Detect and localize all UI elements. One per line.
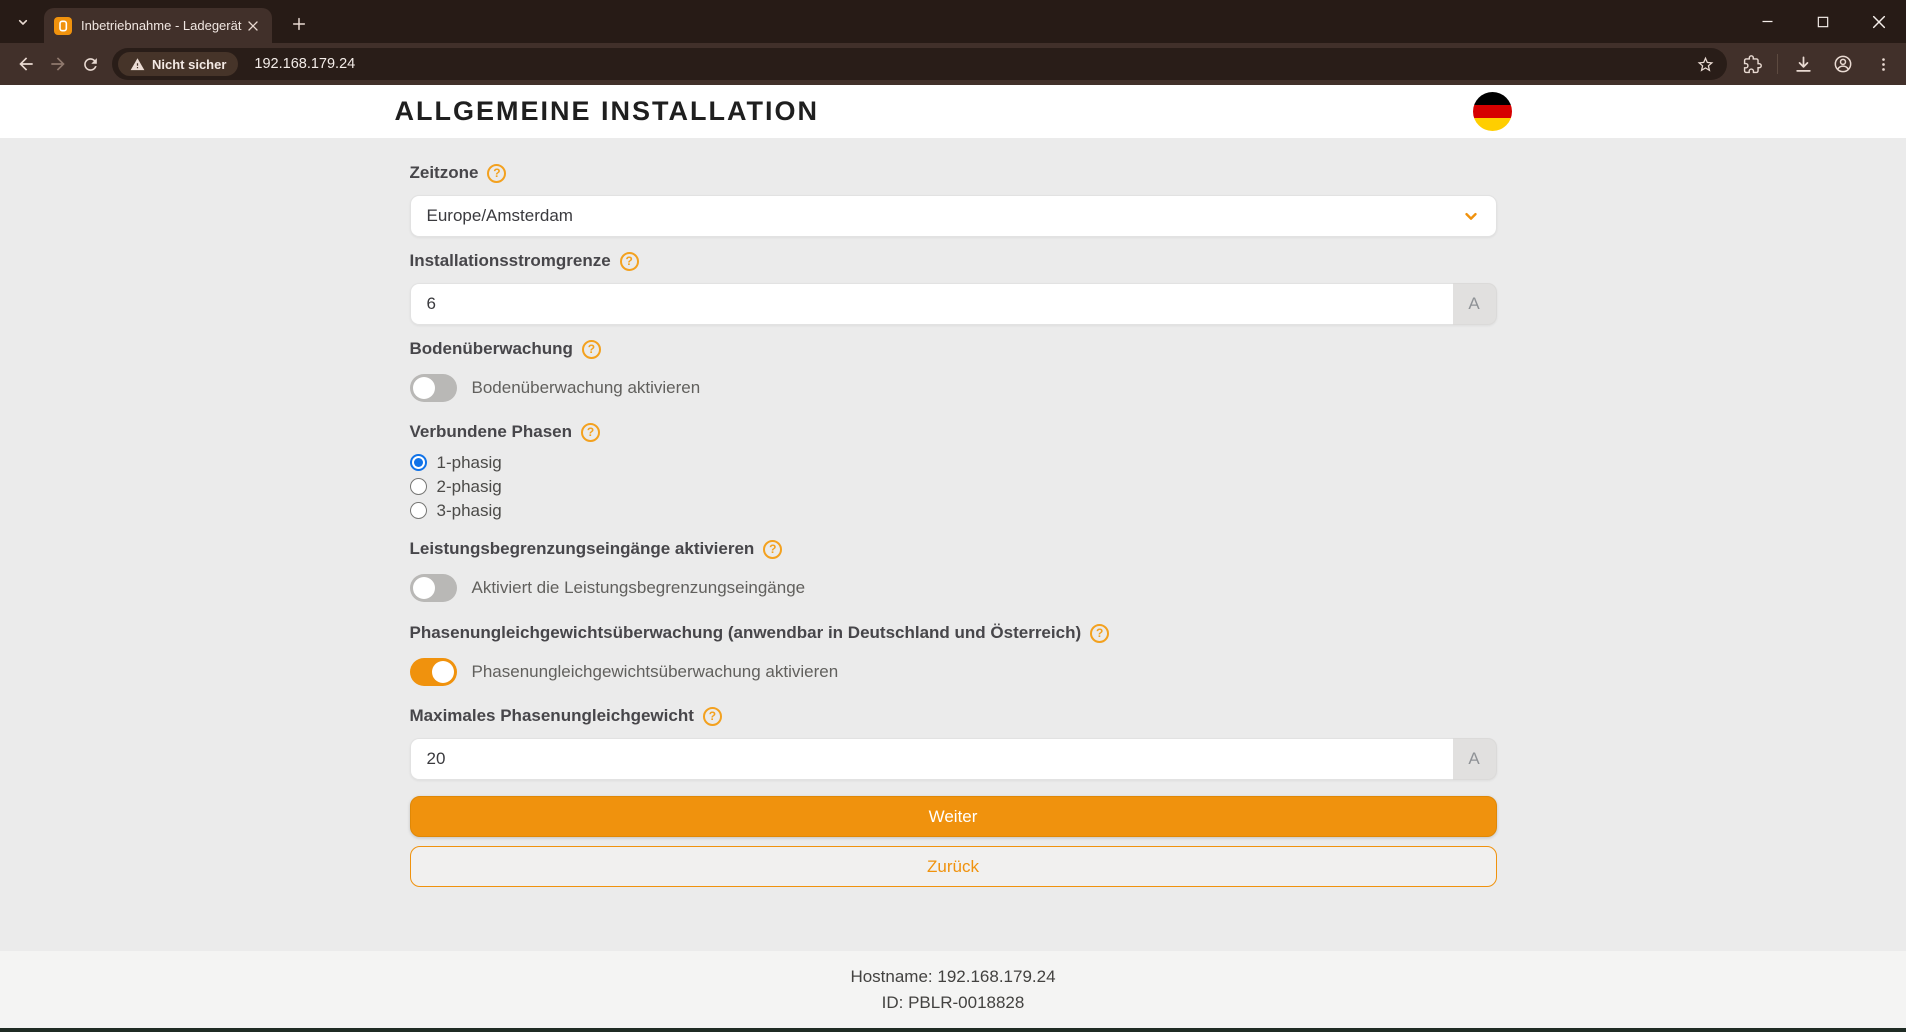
help-icon[interactable]: ?: [487, 164, 506, 183]
phases-label: Verbundene Phasen: [410, 422, 573, 442]
device-id-text: ID: PBLR-0018828: [882, 993, 1025, 1013]
help-icon[interactable]: ?: [582, 340, 601, 359]
max-imbalance-group: A: [410, 738, 1497, 780]
radio-option-2-phasig: 2-phasig: [410, 477, 1497, 496]
radio-button[interactable]: [410, 478, 427, 495]
security-label: Nicht sicher: [152, 57, 226, 72]
bookmark-star-icon[interactable]: [1693, 52, 1717, 76]
menu-kebab-icon[interactable]: [1868, 49, 1898, 79]
toolbar-separator: [1777, 54, 1778, 74]
site-favicon-icon: [54, 17, 72, 35]
max-imbalance-label-row: Maximales Phasenungleichgewicht ?: [410, 706, 1497, 726]
timezone-label-row: Zeitzone ?: [410, 163, 1497, 183]
help-icon[interactable]: ?: [620, 252, 639, 271]
timezone-select[interactable]: Europe/Amsterdam: [410, 195, 1497, 237]
ampere-unit-suffix: A: [1453, 283, 1497, 325]
extensions-icon[interactable]: [1737, 49, 1767, 79]
radio-button[interactable]: [410, 454, 427, 471]
window-controls: [1754, 0, 1896, 43]
hostname-text: Hostname: 192.168.179.24: [850, 967, 1055, 987]
ground-monitoring-row: Bodenüberwachung aktivieren: [410, 374, 1497, 402]
back-button[interactable]: [10, 48, 42, 80]
ampere-unit-suffix: A: [1453, 738, 1497, 780]
phase-imbalance-toggle[interactable]: [410, 658, 457, 686]
max-imbalance-label: Maximales Phasenungleichgewicht: [410, 706, 694, 726]
security-chip[interactable]: Nicht sicher: [118, 52, 238, 76]
tab-title: Inbetriebnahme - Ladegerät: [81, 18, 244, 33]
power-limit-toggle[interactable]: [410, 574, 457, 602]
profile-icon[interactable]: [1828, 49, 1858, 79]
main-content: Zeitzone ? Europe/Amsterdam Installation…: [0, 138, 1906, 951]
help-icon[interactable]: ?: [763, 540, 782, 559]
help-icon[interactable]: ?: [703, 707, 722, 726]
ground-monitoring-toggle[interactable]: [410, 374, 457, 402]
weiter-button[interactable]: Weiter: [410, 796, 1497, 837]
power-limit-row: Aktiviert die Leistungsbegrenzungseingän…: [410, 574, 1497, 602]
phases-label-row: Verbundene Phasen ?: [410, 422, 1497, 442]
radio-option-3-phasig: 3-phasig: [410, 501, 1497, 520]
minimize-button[interactable]: [1754, 9, 1780, 35]
close-window-button[interactable]: [1866, 9, 1892, 35]
current-limit-label: Installationsstromgrenze: [410, 251, 611, 271]
maximize-button[interactable]: [1810, 9, 1836, 35]
chevron-down-icon: [1462, 207, 1480, 225]
radio-option-1-phasig: 1-phasig: [410, 453, 1497, 472]
radio-label: 1-phasig: [437, 453, 502, 473]
toolbar-actions: [1737, 49, 1898, 79]
warning-icon: [130, 57, 145, 72]
toggle-knob: [413, 377, 435, 399]
chevron-down-icon: [15, 14, 31, 30]
browser-toolbar: Nicht sicher 192.168.179.24: [0, 43, 1906, 85]
page-header: ALLGEMEINE INSTALLATION: [0, 85, 1906, 138]
ground-monitoring-label: Bodenüberwachung: [410, 339, 573, 359]
ground-monitoring-toggle-label: Bodenüberwachung aktivieren: [472, 378, 701, 398]
toggle-knob: [432, 661, 454, 683]
ground-monitoring-label-row: Bodenüberwachung ?: [410, 339, 1497, 359]
radio-label: 2-phasig: [437, 477, 502, 497]
zurueck-button[interactable]: Zurück: [410, 846, 1497, 887]
phase-imbalance-row: Phasenungleichgewichtsüberwachung aktivi…: [410, 658, 1497, 686]
page-footer: Hostname: 192.168.179.24 ID: PBLR-001882…: [0, 951, 1906, 1028]
current-limit-group: A: [410, 283, 1497, 325]
power-limit-label: Leistungsbegrenzungseingänge aktivieren: [410, 539, 755, 559]
tab-strip: Inbetriebnahme - Ladegerät: [0, 0, 1906, 43]
tab-close-icon[interactable]: [244, 17, 262, 35]
phase-imbalance-label-row: Phasenungleichgewichtsüberwachung (anwen…: [410, 623, 1497, 643]
max-imbalance-input[interactable]: [410, 738, 1453, 780]
downloads-icon[interactable]: [1788, 49, 1818, 79]
power-limit-toggle-label: Aktiviert die Leistungsbegrenzungseingän…: [472, 578, 806, 598]
reload-button[interactable]: [74, 48, 106, 80]
page-title: ALLGEMEINE INSTALLATION: [395, 96, 819, 127]
url-text: 192.168.179.24: [254, 56, 1693, 72]
browser-tab[interactable]: Inbetriebnahme - Ladegerät: [44, 8, 272, 43]
radio-label: 3-phasig: [437, 501, 502, 521]
phase-imbalance-label: Phasenungleichgewichtsüberwachung (anwen…: [410, 623, 1082, 643]
german-flag-icon[interactable]: [1473, 92, 1512, 131]
timezone-value: Europe/Amsterdam: [427, 206, 1462, 226]
current-limit-label-row: Installationsstromgrenze ?: [410, 251, 1497, 271]
toggle-knob: [413, 577, 435, 599]
forward-button[interactable]: [42, 48, 74, 80]
help-icon[interactable]: ?: [581, 423, 600, 442]
browser-window: Inbetriebnahme - Ladegerät: [0, 0, 1906, 1032]
phases-radio-group: 1-phasig 2-phasig 3-phasig: [410, 453, 1497, 520]
phase-imbalance-toggle-label: Phasenungleichgewichtsüberwachung aktivi…: [472, 662, 839, 682]
power-limit-label-row: Leistungsbegrenzungseingänge aktivieren …: [410, 539, 1497, 559]
address-bar[interactable]: Nicht sicher 192.168.179.24: [112, 48, 1727, 80]
timezone-label: Zeitzone: [410, 163, 479, 183]
screen-bottom-edge: [0, 1028, 1906, 1032]
current-limit-input[interactable]: [410, 283, 1453, 325]
tab-search-button[interactable]: [8, 8, 38, 36]
new-tab-button[interactable]: [284, 10, 314, 38]
help-icon[interactable]: ?: [1090, 624, 1109, 643]
radio-button[interactable]: [410, 502, 427, 519]
